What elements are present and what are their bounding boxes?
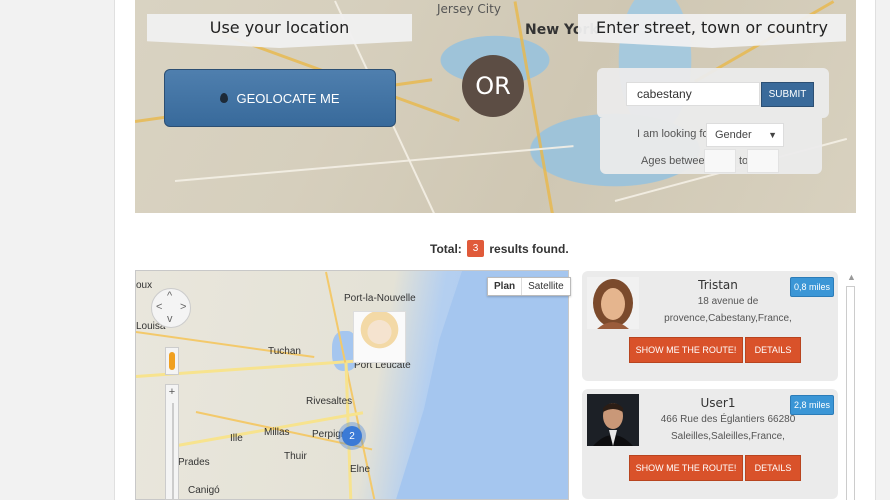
zoom-control[interactable]: + — [165, 384, 179, 500]
age-min-input[interactable] — [704, 149, 736, 173]
show-route-button[interactable]: SHOW ME THE ROUTE! — [629, 455, 743, 481]
show-route-button[interactable]: SHOW ME THE ROUTE! — [629, 337, 743, 363]
zoom-slider[interactable] — [172, 403, 174, 499]
user-avatar — [587, 277, 639, 329]
scrollbar-thumb[interactable] — [846, 286, 855, 500]
map-town-label: Thuir — [284, 451, 307, 462]
result-address-line1: 18 avenue de — [697, 296, 759, 307]
gender-select-value: Gender — [715, 129, 752, 141]
map-label-jersey-city: Jersey City — [437, 2, 501, 16]
details-button[interactable]: DETAILS — [745, 337, 801, 363]
results-total: Total: 3 results found. — [430, 240, 569, 257]
pan-control[interactable]: ^ < > v — [151, 288, 191, 328]
result-name: Tristan — [698, 278, 738, 292]
gender-select[interactable]: Gender ▼ — [706, 123, 784, 147]
result-card: Tristan 18 avenue de provence,Cabestany,… — [582, 271, 838, 381]
or-badge: OR — [462, 55, 524, 117]
map-pin-icon — [220, 93, 229, 103]
marker-cluster[interactable]: 2 — [342, 426, 362, 446]
map-town-label: Prades — [178, 457, 210, 468]
zoom-in-icon[interactable]: + — [166, 385, 178, 399]
distance-badge: 0,8 miles — [789, 277, 834, 297]
map-type-satellite[interactable]: Satellite — [522, 278, 570, 295]
map-town-label: Millas — [264, 427, 290, 438]
total-label: Total: — [430, 241, 462, 256]
result-address-line1: 466 Rue des Églantiers 66280 — [660, 414, 796, 425]
map-town-label: Canigó — [188, 485, 220, 496]
results-found-label: results found. — [489, 241, 569, 256]
map-type-plan[interactable]: Plan — [488, 278, 523, 295]
map-town-label: oux — [136, 280, 153, 291]
map-sea — [395, 271, 568, 499]
use-location-title: Use your location — [147, 14, 412, 48]
street-view-pegman-icon[interactable] — [165, 347, 179, 375]
results-scrollbar[interactable]: ▲ — [846, 272, 856, 500]
map-town-label: Rivesaltes — [306, 396, 353, 407]
user-avatar — [587, 394, 639, 446]
scroll-up-icon[interactable]: ▲ — [847, 272, 856, 282]
results-count-badge: 3 — [466, 240, 485, 257]
result-card: User1 466 Rue des Églantiers 66280 Salei… — [582, 389, 838, 499]
result-address-line2: Saleilles,Saleilles,France, — [671, 431, 785, 442]
looking-for-label: I am looking for — [637, 128, 713, 140]
results-map[interactable]: oux Port-la-Nouvelle Louisa Tuchan Port … — [135, 270, 569, 500]
pan-up-icon[interactable]: ^ — [167, 290, 172, 302]
map-town-label: Ille — [230, 433, 243, 444]
geolocate-button[interactable]: GEOLOCATE ME — [164, 69, 396, 127]
details-button[interactable]: DETAILS — [745, 455, 801, 481]
address-search-input[interactable]: cabestany — [626, 82, 760, 106]
geolocate-label: GEOLOCATE ME — [236, 90, 340, 106]
map-town-label: Tuchan — [268, 346, 301, 357]
result-address-line2: provence,Cabestany,France, — [664, 313, 792, 324]
caret-down-icon: ▼ — [768, 130, 777, 140]
pan-left-icon[interactable]: < — [156, 301, 162, 313]
pan-down-icon[interactable]: v — [167, 313, 173, 325]
map-type-control[interactable]: Plan Satellite — [487, 277, 571, 296]
distance-badge: 2,8 miles — [789, 395, 834, 415]
result-name: User1 — [700, 396, 736, 410]
pan-right-icon[interactable]: > — [180, 301, 186, 313]
ages-between-label: Ages between — [641, 155, 711, 167]
age-max-input[interactable] — [747, 149, 779, 173]
map-town-label: Port-la-Nouvelle — [344, 293, 416, 304]
submit-button[interactable]: SUBMIT — [761, 82, 814, 107]
user-photo-marker[interactable] — [353, 311, 406, 363]
enter-address-title: Enter street, town or country — [578, 14, 846, 48]
map-town-label: Elne — [350, 464, 371, 475]
